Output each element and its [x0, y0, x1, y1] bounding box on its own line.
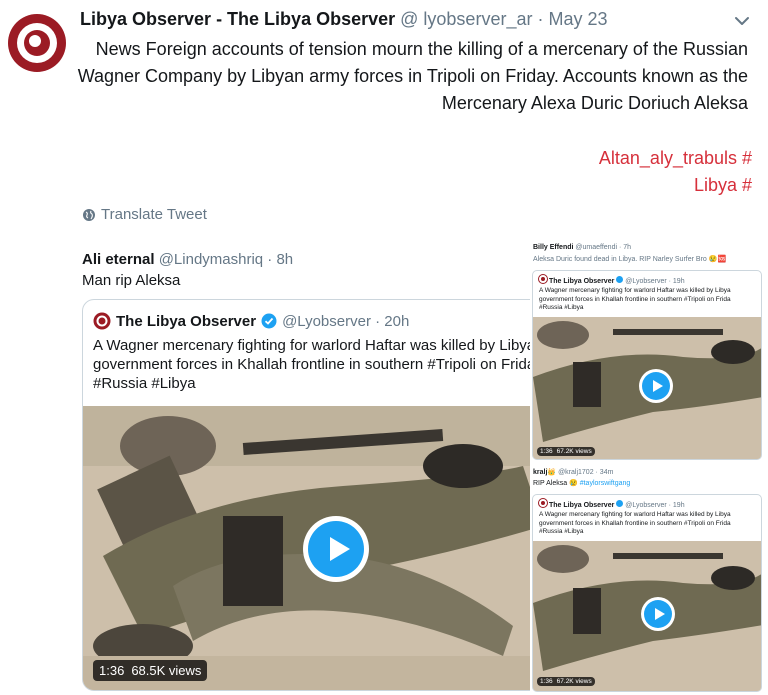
side-quoted-card-1: The Libya Observer @Lyobserver · 19h A W…	[532, 270, 762, 460]
video-stats-badge: 1:36 67.2K views	[537, 677, 595, 686]
side-reply-2-text: RIP Aleksa 😢 #taylorswiftgang	[533, 480, 631, 487]
tweet-body: News Foreign accounts of tension mourn t…	[77, 39, 748, 113]
author-name[interactable]: Libya Observer - The Libya Observer	[80, 9, 395, 29]
side-video-thumbnail-1[interactable]: 1:36 67.2K views	[533, 317, 761, 459]
libya-observer-logo-icon	[93, 312, 111, 330]
video-thumbnail[interactable]: 1:36 68.5K views	[83, 406, 541, 690]
libya-observer-logo-icon	[538, 498, 548, 508]
play-icon	[330, 537, 350, 561]
translate-tweet-link[interactable]: Translate Tweet	[82, 206, 207, 223]
video-stats-badge: 1:36 67.2K views	[537, 447, 595, 456]
globe-icon	[83, 208, 95, 221]
quoted-author-name: The Libya Observer	[116, 312, 257, 330]
tweet-hashtags: Altan_aly_trabuls # Libya #	[599, 145, 752, 199]
libya-observer-logo-icon	[538, 274, 548, 284]
tweet-date[interactable]: May 23	[549, 9, 608, 29]
emoji: 😢🆘	[708, 256, 727, 263]
author-handle[interactable]: @ lyobserver_ar	[400, 9, 532, 29]
reply-header: Ali eternal @Lindymashriq · 8h	[82, 251, 293, 268]
side-reply-1-header: Billy Effendi @umaeffendi · 7h	[533, 244, 632, 251]
play-button[interactable]	[303, 516, 369, 582]
chevron-down-icon[interactable]	[733, 14, 751, 28]
side-screenshots-panel: Billy Effendi @umaeffendi · 7h Aleksa Du…	[530, 240, 768, 695]
play-icon	[655, 608, 665, 620]
reply-author-name: Ali eternal	[82, 251, 155, 268]
play-icon	[653, 380, 663, 392]
video-views: 68.5K views	[131, 663, 202, 678]
play-button[interactable]	[641, 597, 675, 631]
quoted-text: A Wagner mercenary fighting for warlord …	[93, 337, 536, 392]
side-reply-1-text: Aleksa Duric found dead in Libya. RIP Na…	[533, 256, 727, 263]
side-video-thumbnail-2[interactable]: 1:36 67.2K views	[533, 541, 761, 691]
video-stats-badge: 1:36 68.5K views	[93, 660, 208, 681]
verified-badge-icon	[261, 313, 277, 329]
side-quoted-card-2: The Libya Observer @Lyobserver · 19h A W…	[532, 494, 762, 692]
tweet-header: Libya Observer - The Libya Observer @ ly…	[80, 9, 608, 30]
header-separator: ·	[537, 9, 544, 29]
reply-text: Man rip Aleksa	[82, 272, 181, 289]
quoted-tweet-card: The Libya Observer @Lyobserver · 20h A W…	[82, 299, 542, 691]
side-reply-2-header: kralj👑 @kralj1702 · 34m	[533, 469, 614, 476]
verified-badge-icon	[616, 276, 624, 283]
reply-handle: @Lindymashriq · 8h	[158, 251, 294, 268]
play-button[interactable]	[639, 369, 673, 403]
hashtag-link[interactable]: Altan_aly_trabuls #	[599, 145, 752, 172]
translate-label: Translate Tweet	[101, 206, 207, 223]
video-duration: 1:36	[99, 663, 125, 678]
hashtag-link[interactable]: Libya #	[599, 172, 752, 199]
author-avatar[interactable]	[8, 14, 66, 72]
quoted-handle: @Lyobserver · 20h	[282, 312, 410, 330]
verified-badge-icon	[616, 500, 624, 507]
